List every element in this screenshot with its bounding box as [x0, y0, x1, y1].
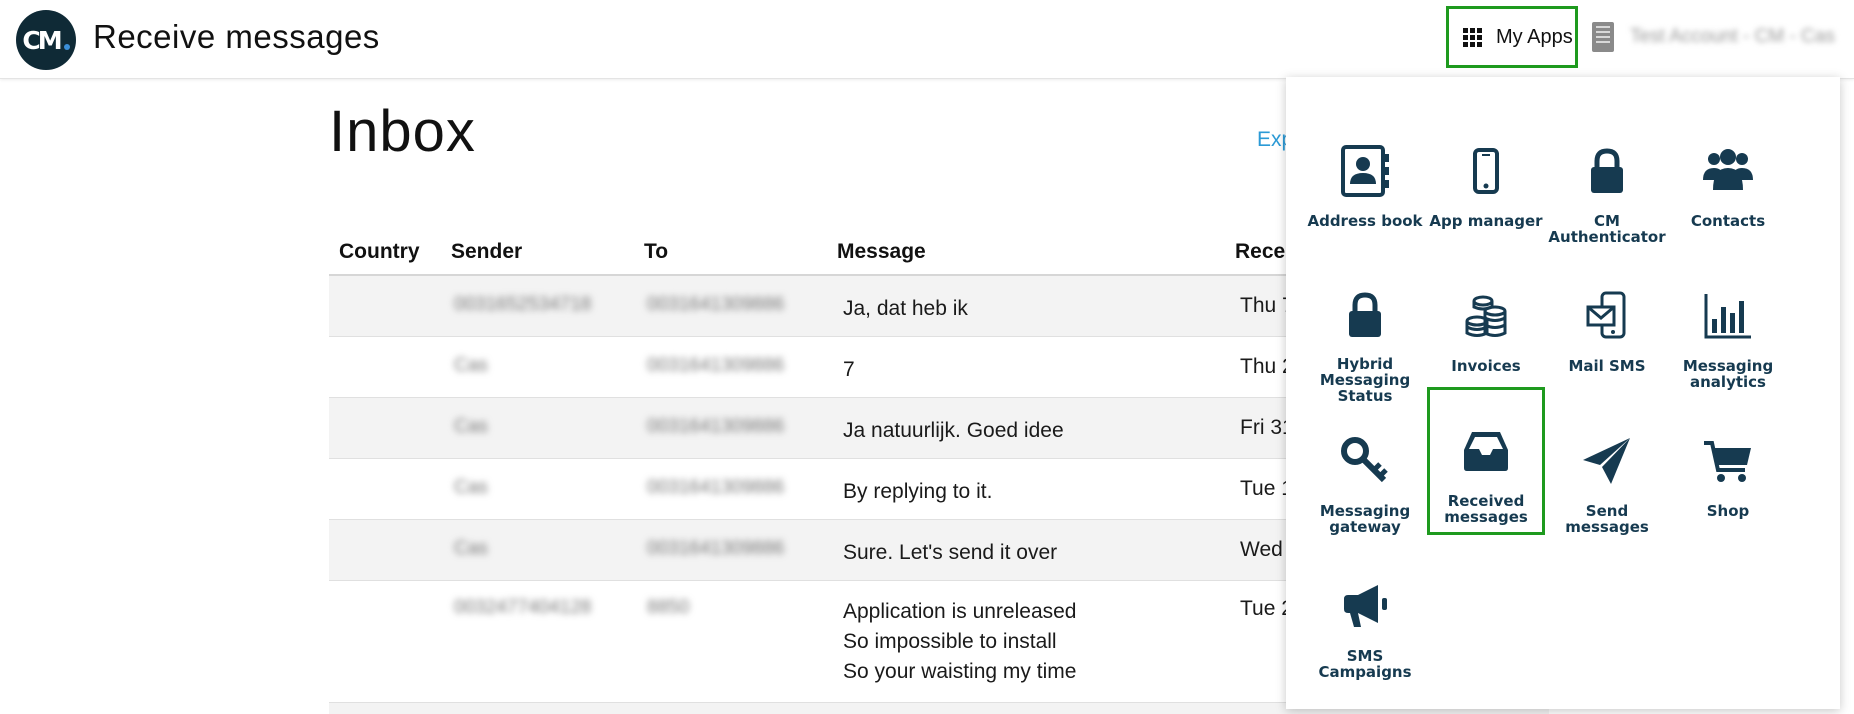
paper-plane-icon	[1579, 433, 1635, 489]
app-tile-label: Messaging analytics	[1682, 357, 1774, 391]
cell-sender: Cas	[454, 477, 488, 498]
cell-message: Ja, dat heb ik	[843, 294, 968, 324]
inbox-tray-icon	[1458, 423, 1514, 479]
app-tile-label: Address book	[1307, 212, 1423, 230]
coins-icon	[1458, 288, 1514, 344]
app-tile-messaging-analytics[interactable]: Messaging analytics	[1669, 252, 1787, 400]
app-tile-shop[interactable]: Shop	[1669, 397, 1787, 545]
mail-phone-icon	[1579, 288, 1635, 344]
app-tile-label: Messaging gateway	[1319, 502, 1411, 536]
message-line: Ja natuurlijk. Goed idee	[843, 419, 1064, 442]
app-tile-messaging-gateway[interactable]: Messaging gateway	[1306, 397, 1424, 545]
app-tile-cm-authenticator[interactable]: CM Authenticator	[1548, 107, 1666, 255]
column-header-message[interactable]: Message	[837, 240, 926, 264]
cell-sender: Cas	[454, 355, 488, 376]
cell-received: Tue 2	[1240, 597, 1293, 620]
logo-text: CM	[22, 25, 62, 55]
column-header-country[interactable]: Country	[339, 240, 420, 264]
app-tile-send-messages[interactable]: Send messages	[1548, 397, 1666, 545]
app-tile-invoices[interactable]: Invoices	[1427, 252, 1545, 400]
key-icon	[1337, 433, 1393, 489]
app-tile-contacts[interactable]: Contacts	[1669, 107, 1787, 255]
lock-icon	[1579, 143, 1635, 199]
cell-received: Wed	[1240, 538, 1283, 561]
my-apps-label: My Apps	[1496, 25, 1573, 48]
app-tile-address-book[interactable]: Address book	[1306, 107, 1424, 255]
cell-message: Application is unreleased So impossible …	[843, 597, 1076, 687]
column-header-sender[interactable]: Sender	[451, 240, 522, 264]
app-tile-label: Invoices	[1451, 357, 1521, 375]
cell-message: 7	[843, 355, 855, 385]
account-name: Test Account - CM - Cas	[1630, 26, 1835, 47]
app-tile-sms-campaigns[interactable]: SMS Campaigns	[1306, 542, 1424, 690]
smartphone-icon	[1458, 143, 1514, 199]
shopping-cart-icon	[1700, 433, 1756, 489]
cell-message: Ja natuurlijk. Goed idee	[843, 416, 1064, 446]
my-apps-panel: Address book App manager CM Authenticato…	[1286, 77, 1840, 709]
app-tile-label: Received messages	[1444, 492, 1528, 526]
cm-logo[interactable]: CM	[16, 10, 76, 70]
cell-to: 0031641309886	[647, 355, 785, 376]
message-line: Application is unreleased	[843, 600, 1077, 623]
bar-chart-icon	[1700, 288, 1756, 344]
message-line: Ja, dat heb ik	[843, 297, 968, 320]
lock-icon	[1337, 288, 1393, 342]
cell-to: 0031641309886	[647, 294, 785, 315]
cell-to: 8850	[647, 597, 690, 618]
app-tile-label: App manager	[1429, 212, 1543, 230]
top-bar: CM Receive messages My Apps Test Account…	[0, 0, 1854, 79]
cell-sender: 0032477404128	[454, 597, 592, 618]
app-tile-received-messages[interactable]: Received messages	[1427, 387, 1545, 535]
app-tile-label: Shop	[1706, 502, 1750, 520]
cell-sender: 0031652534718	[454, 294, 592, 315]
cell-to: 0031641309886	[647, 416, 785, 437]
building-icon	[1592, 22, 1614, 52]
column-header-to[interactable]: To	[644, 240, 668, 264]
message-line: So your waisting my time	[843, 660, 1077, 683]
message-line: Sure. Let's send it over	[843, 541, 1058, 564]
message-line: By replying to it.	[843, 480, 993, 503]
cell-to: 0031641309886	[647, 538, 785, 559]
app-tile-hybrid-messaging-status[interactable]: Hybrid Messaging Status	[1306, 252, 1424, 404]
my-apps-button[interactable]: My Apps	[1446, 6, 1578, 68]
address-book-icon	[1337, 143, 1393, 199]
megaphone-icon	[1337, 578, 1393, 634]
column-header-received[interactable]: Recei	[1235, 240, 1291, 264]
cell-message: Sure. Let's send it over	[843, 538, 1057, 568]
app-tile-app-manager[interactable]: App manager	[1427, 107, 1545, 255]
app-title: Receive messages	[93, 18, 380, 55]
cell-sender: Cas	[454, 416, 488, 437]
app-grid-icon	[1463, 27, 1482, 47]
cell-received: Tue 1	[1240, 477, 1293, 500]
app-tile-label: SMS Campaigns	[1318, 647, 1412, 681]
cell-to: 0031641309886	[647, 477, 785, 498]
message-line: So impossible to install	[843, 630, 1057, 653]
logo-dot	[63, 44, 70, 50]
cell-sender: Cas	[454, 538, 488, 559]
contacts-group-icon	[1700, 143, 1756, 199]
app-tile-label: Send messages	[1565, 502, 1649, 536]
page-title: Inbox	[329, 99, 476, 164]
app-tile-mail-sms[interactable]: Mail SMS	[1548, 252, 1666, 400]
app-tile-label: Contacts	[1690, 212, 1766, 230]
message-line: 7	[843, 358, 855, 381]
app-tile-label: CM Authenticator	[1548, 212, 1666, 246]
account-switcher[interactable]: Test Account - CM - Cas	[1592, 22, 1835, 52]
cell-message: By replying to it.	[843, 477, 992, 507]
app-tile-label: Mail SMS	[1568, 357, 1646, 375]
